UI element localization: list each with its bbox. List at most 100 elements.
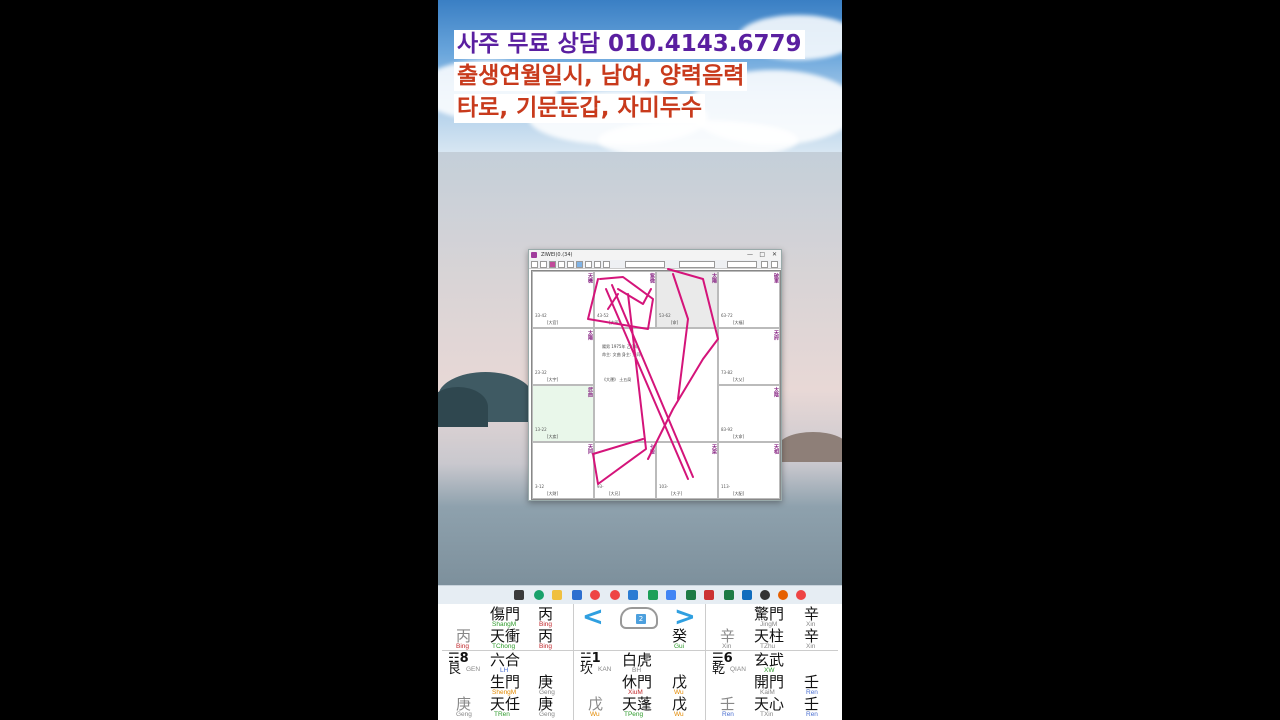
palace-cell[interactable]: 天機 33-42 [大官]: [532, 271, 594, 328]
star-pinyin: TRen: [494, 711, 510, 718]
star-name: 天柱: [754, 627, 785, 645]
chart-center-info: 陽男 1975年 乙卯年 命主: 文曲 身主: 天同 《大運》 土五局: [594, 328, 718, 442]
palace-star: 七殺: [649, 444, 655, 454]
stem: 戊: [588, 695, 604, 713]
deity-name: 白虎: [622, 651, 653, 669]
row-divider: [442, 650, 838, 651]
palace-cell[interactable]: 天同 3-12 [大財]: [532, 442, 594, 499]
toolbar-button[interactable]: [603, 261, 610, 268]
stem: 辛: [804, 627, 820, 645]
drive-icon[interactable]: [666, 590, 676, 600]
palace-cell[interactable]: 天梁 103- [大子]: [656, 442, 718, 499]
period-select[interactable]: [679, 261, 715, 268]
palace-age: 73-82: [721, 370, 733, 375]
chrome-icon[interactable]: [796, 590, 806, 600]
palace-star: 天梁: [711, 444, 717, 454]
minimize-button[interactable]: —: [747, 250, 753, 260]
palace-star: 破軍: [773, 273, 779, 283]
palace-star: 天府: [773, 330, 779, 340]
stem-pinyin: Wu: [674, 711, 684, 718]
star-name: 天蓬: [622, 695, 653, 713]
toolbar-button[interactable]: [594, 261, 601, 268]
app-icon[interactable]: [704, 590, 714, 600]
palace-age: 93-: [597, 484, 604, 489]
palace-cell-selected[interactable]: 太陽 53-62 [命]: [656, 271, 718, 328]
toolbar-button[interactable]: [576, 261, 583, 268]
close-button[interactable]: ✕: [772, 250, 777, 260]
folder-icon[interactable]: [552, 590, 562, 600]
palace-cell[interactable]: 太陰 83-92 [大命]: [718, 385, 780, 442]
palace-age: 43-52: [597, 313, 609, 318]
palace-cell[interactable]: 武曲 13-22 [大疾]: [532, 385, 594, 442]
year-select[interactable]: [625, 261, 665, 268]
trigram-name: 艮: [448, 662, 462, 677]
palace-star: 紫微: [649, 273, 655, 283]
stem-pinyin: Geng: [456, 711, 472, 718]
palace-star: 太陽: [587, 330, 593, 340]
windows-taskbar: [438, 585, 842, 604]
star-name: 天衝: [490, 627, 521, 645]
star-pinyin: TPeng: [624, 711, 644, 718]
trigram-name: 坎: [580, 662, 594, 677]
previous-arrow-button[interactable]: <: [582, 604, 604, 630]
toolbar-button[interactable]: [761, 261, 768, 268]
window-toolbar: [529, 260, 781, 269]
store-icon[interactable]: [572, 590, 582, 600]
services-caption: 타로, 기문둔갑, 자미두수: [454, 94, 706, 123]
palace-cell[interactable]: 破軍 63-72 [大福]: [718, 271, 780, 328]
palace-cell[interactable]: 七殺 93- [大兄]: [594, 442, 656, 499]
window-title-bar[interactable]: ZIWEI(0.(34) — □ ✕: [529, 250, 781, 260]
palace-cell[interactable]: 紫微 43-52 [大田]: [594, 271, 656, 328]
excel-icon[interactable]: [686, 590, 696, 600]
palace-label: [大官]: [547, 320, 559, 325]
word-icon[interactable]: [628, 590, 638, 600]
maximize-button[interactable]: □: [759, 250, 765, 260]
edge-icon[interactable]: [534, 590, 544, 600]
window-title: ZIWEI(0.(34): [541, 252, 573, 258]
chrome-icon[interactable]: [590, 590, 600, 600]
ziwei-app-window[interactable]: ZIWEI(0.(34) — □ ✕ 天機 33-42 [大官] 紫微 43-5…: [528, 249, 782, 501]
palace-cell[interactable]: 太陽 23-32 [大宇]: [532, 328, 594, 385]
cycle-number: 2: [636, 614, 646, 624]
stem: 戊: [672, 673, 688, 691]
excel-icon[interactable]: [724, 590, 734, 600]
palace-cell[interactable]: 天府 73-82 [大父]: [718, 328, 780, 385]
app-icon: [531, 252, 537, 258]
palace-star: 天相: [773, 444, 779, 454]
palace-age: 103-: [659, 484, 669, 489]
center-birth-line: 陽男 1975年 乙卯年: [602, 344, 639, 349]
stem: 壬: [804, 673, 820, 691]
palace-star: 太陰: [773, 387, 779, 397]
toolbar-button[interactable]: [549, 261, 556, 268]
toolbar-button[interactable]: [540, 261, 547, 268]
palace-age: 3-12: [535, 484, 545, 489]
star-pinyin: TZhu: [760, 643, 776, 650]
chrome-icon[interactable]: [610, 590, 620, 600]
refresh-cycle-icon[interactable]: 2: [620, 607, 658, 629]
firefox-icon[interactable]: [778, 590, 788, 600]
stem: 丙: [538, 627, 554, 645]
stem: 丙: [538, 605, 554, 623]
gate-name: 生門: [490, 673, 521, 691]
mode-select[interactable]: [727, 261, 757, 268]
toolbar-button[interactable]: [771, 261, 778, 268]
birth-info-caption: 출생연월일시, 남여, 양력음력: [454, 62, 748, 91]
palace-label: [大宇]: [547, 377, 559, 382]
palace-cell[interactable]: 天相 113- [大配]: [718, 442, 780, 499]
stem: 庚: [456, 695, 472, 713]
toolbar-button[interactable]: [531, 261, 538, 268]
qimen-palace-right: 驚門 JingM 辛 Xin 辛 Xin 天柱 TZhu 辛 Xin ☰6 乾 …: [706, 604, 838, 720]
palace-label: [大疾]: [547, 434, 559, 439]
outlook-icon[interactable]: [742, 590, 752, 600]
app-icon[interactable]: [760, 590, 770, 600]
trigram-pinyin: QIAN: [730, 666, 746, 673]
stem: 辛: [720, 627, 736, 645]
center-period-line: 《大運》 土五局: [602, 377, 632, 382]
toolbar-button[interactable]: [585, 261, 592, 268]
taskbar-app-icon[interactable]: [514, 590, 524, 600]
toolbar-button[interactable]: [567, 261, 574, 268]
toolbar-button[interactable]: [558, 261, 565, 268]
palace-age: 23-32: [535, 370, 547, 375]
sheets-icon[interactable]: [648, 590, 658, 600]
stem: 辛: [804, 605, 820, 623]
